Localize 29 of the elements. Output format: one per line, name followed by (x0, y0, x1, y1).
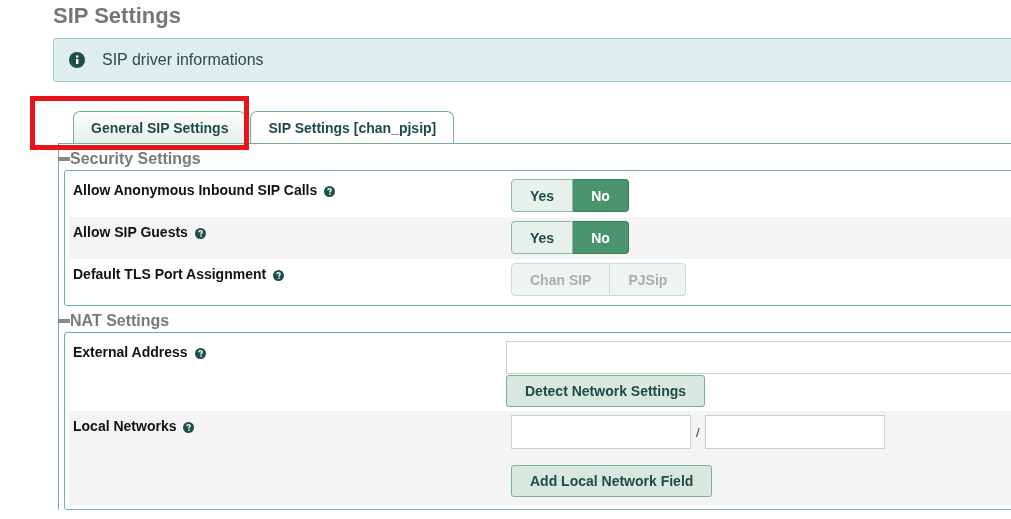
info-icon (69, 52, 85, 68)
page-title: SIP Settings (53, 2, 182, 30)
toggle-option[interactable]: Yes (511, 221, 574, 254)
collapse-icon[interactable] (58, 156, 70, 161)
section-title: NAT Settings (70, 311, 170, 330)
toggle-option[interactable]: Yes (511, 179, 574, 212)
add-button[interactable]: Add Local Network Field (511, 465, 713, 497)
help-icon[interactable] (194, 348, 206, 359)
help-icon[interactable] (324, 186, 336, 197)
field-label: Allow Anonymous Inbound SIP Calls (73, 182, 318, 198)
help-icon[interactable] (273, 270, 285, 281)
tab[interactable]: General SIP Settings (73, 111, 247, 143)
input-field[interactable] (704, 415, 885, 449)
field-label: Default TLS Port Assignment (73, 266, 267, 282)
field-label: Local Networks (73, 418, 177, 434)
detect-button[interactable]: Detect Network Settings (506, 375, 706, 407)
input-field[interactable] (506, 341, 1011, 374)
help-icon[interactable] (183, 422, 195, 433)
tab[interactable]: SIP Settings [chan_pjsip] (250, 111, 455, 143)
collapse-icon[interactable] (58, 318, 70, 323)
section-title: Security Settings (70, 149, 201, 168)
toggle-option[interactable]: No (573, 179, 629, 212)
info-text: SIP driver informations (102, 51, 264, 69)
field-label: External Address (73, 344, 188, 360)
input-field[interactable] (511, 415, 691, 449)
toggle-option[interactable]: No (573, 221, 629, 254)
help-icon[interactable] (194, 228, 206, 239)
field-label: Allow SIP Guests (73, 224, 188, 240)
separator-text: / (696, 424, 700, 440)
